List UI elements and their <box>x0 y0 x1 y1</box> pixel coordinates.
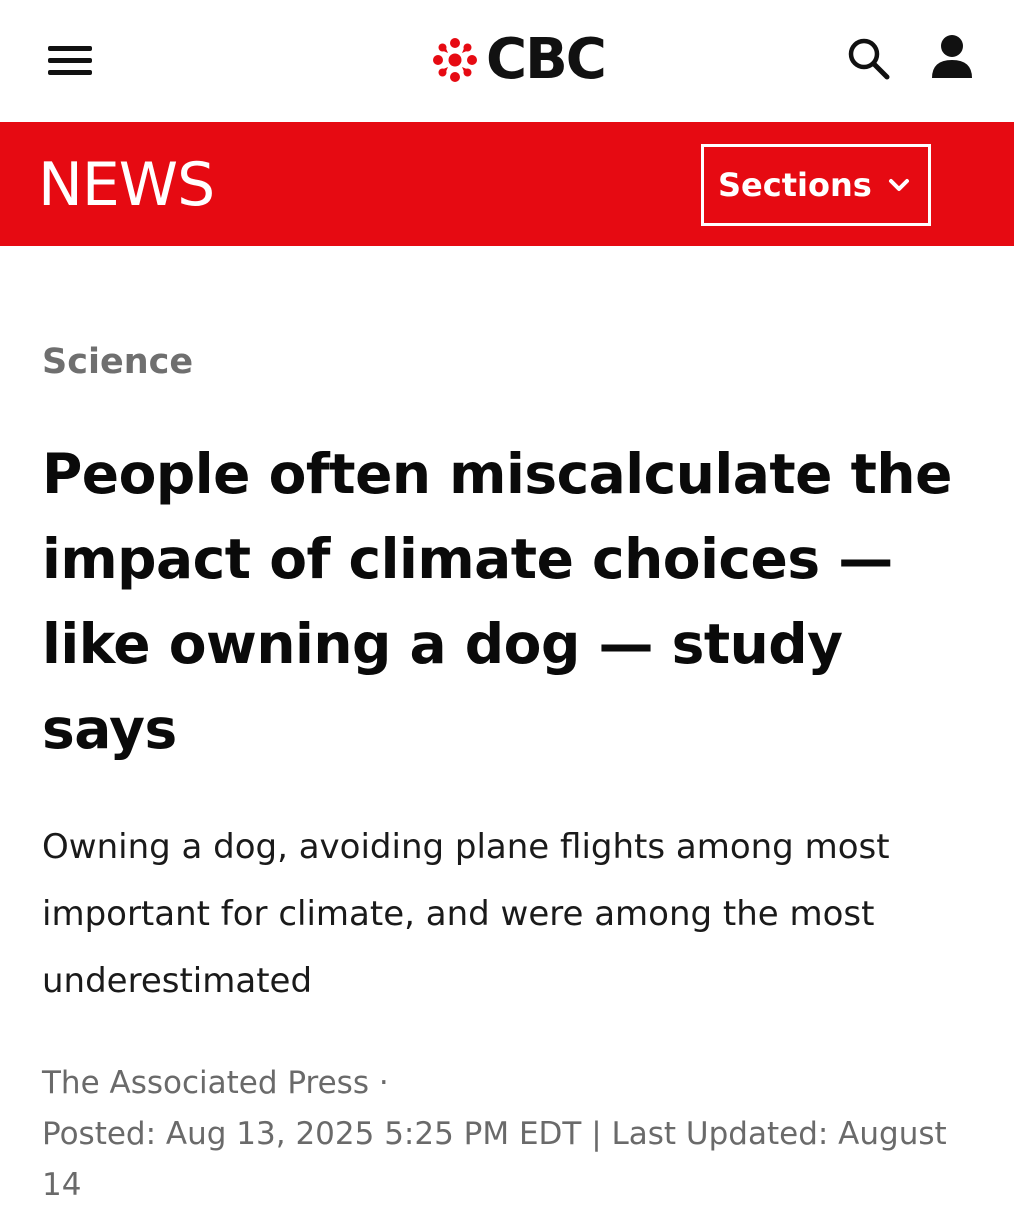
sections-label: Sections <box>718 166 872 204</box>
hamburger-menu-icon[interactable] <box>48 46 92 76</box>
chevron-down-icon <box>888 179 909 191</box>
top-navigation-bar: CBC <box>0 0 1014 122</box>
article-byline: The Associated Press · Posted: Aug 13, 2… <box>42 1058 982 1211</box>
user-icon[interactable] <box>930 34 974 80</box>
search-icon[interactable] <box>846 36 892 82</box>
article-deck: Owning a dog, avoiding plane flights amo… <box>42 827 890 1001</box>
article-author[interactable]: The Associated Press <box>42 1065 369 1101</box>
article-section-link[interactable]: Science <box>42 342 193 382</box>
article-dates: Posted: Aug 13, 2025 5:25 PM EDT | Last … <box>42 1116 947 1203</box>
cbc-gem-icon <box>433 38 477 82</box>
cbc-logo[interactable]: CBC <box>430 27 607 92</box>
logo-wordmark: CBC <box>486 27 607 92</box>
byline-separator: · <box>378 1065 389 1101</box>
news-label[interactable]: NEWS <box>38 150 215 220</box>
sections-dropdown-button[interactable]: Sections <box>701 144 931 226</box>
article-headline: People often miscalculate the impact of … <box>42 442 952 761</box>
